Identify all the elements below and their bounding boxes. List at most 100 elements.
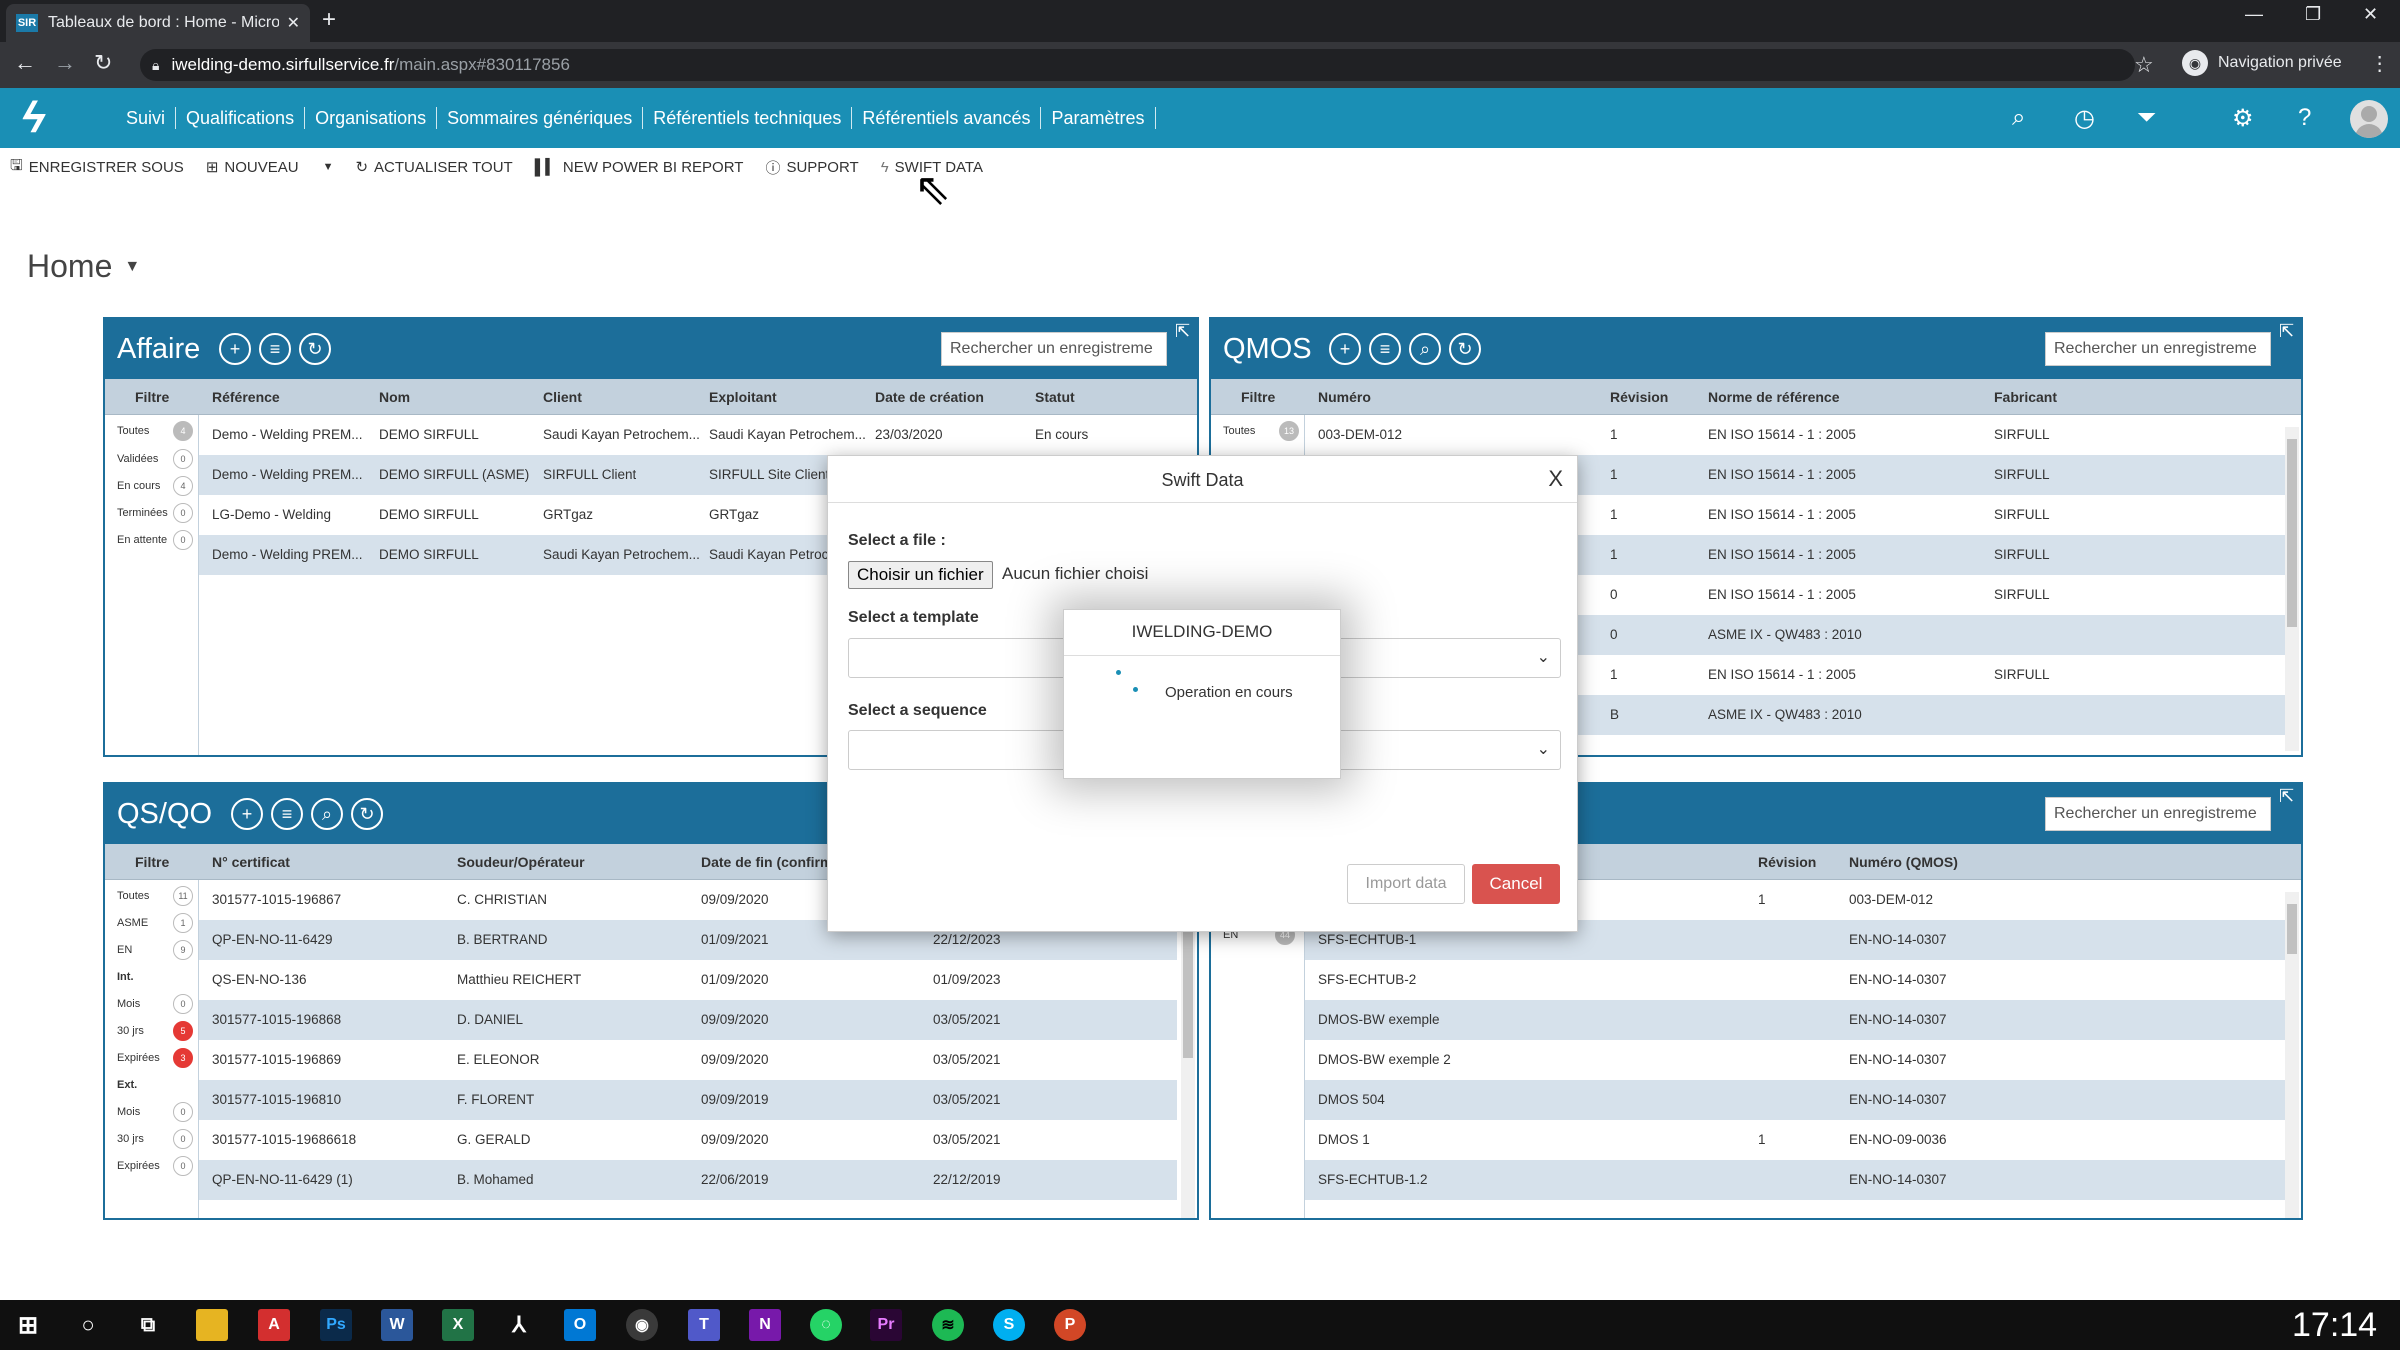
table-row[interactable]: QP-EN-NO-11-6429 (1) B. Mohamed 22/06/2019… [199,1160,1177,1200]
refresh-icon[interactable]: ↻ [299,333,331,365]
table-row[interactable]: DMOS 1 1 EN-NO-09-0036 [1305,1120,2285,1160]
table-row[interactable]: SFS-ECHTUB-2 EN-NO-14-0307 [1305,960,2285,1000]
table-row[interactable]: 301577-1015-19686618 G. GERALD 09/09/2020 0… [199,1120,1177,1160]
new-powerbi-button[interactable]: ▌▍ NEW POWER BI REPORT [535,158,744,177]
chrome-icon[interactable]: ◉ [626,1309,658,1341]
filter-item[interactable]: Terminées [117,507,168,519]
support-button[interactable]: ⓘ SUPPORT [765,157,858,178]
filter-item[interactable]: En cours [117,480,160,492]
table-row[interactable]: 301577-1015-196868 D. DANIEL 09/09/2020 03/… [199,1000,1177,1040]
restore-icon[interactable]: ❐ [2305,4,2321,25]
menu-parametres[interactable]: Paramètres [1041,107,1156,129]
spotify-icon[interactable]: ≋ [932,1309,964,1341]
windows-start-icon[interactable]: ⊞ [12,1309,44,1341]
menu-referentiels-techniques[interactable]: Référentiels techniques [643,107,853,129]
search-icon[interactable]: ⌕ [1409,333,1441,365]
table-row[interactable]: SFS-ECHTUB-1.2 EN-NO-14-0307 [1305,1160,2285,1200]
app-logo-icon[interactable]: ϟ [22,95,68,141]
filter-item[interactable]: Toutes [117,425,149,437]
bookmark-star-icon[interactable]: ☆ [2134,52,2154,78]
word-icon[interactable]: W [381,1309,413,1341]
browser-tab[interactable]: SIR Tableaux de bord : Home - Micro ✕ [6,4,310,42]
scrollbar[interactable] [2285,892,2299,1218]
powerpoint-icon[interactable]: P [1054,1309,1086,1341]
table-row[interactable]: 301577-1015-196810 F. FLORENT 09/09/2019 03… [199,1080,1177,1120]
filter-item[interactable]: 30 jrs [117,1025,144,1037]
close-icon[interactable]: X [1548,466,1563,492]
filter-item[interactable]: Toutes [117,890,149,902]
filter-item[interactable]: Expirées [117,1160,160,1172]
onenote-icon[interactable]: N [749,1309,781,1341]
add-icon[interactable]: + [219,333,251,365]
help-icon[interactable]: ? [2298,104,2311,132]
menu-organisations[interactable]: Organisations [305,107,438,129]
search-input[interactable]: Rechercher un enregistreme [2045,332,2271,366]
search-icon[interactable]: ⌕ [311,798,343,830]
menu-suivi[interactable]: Suivi [116,107,177,129]
menu-referentiels-avances[interactable]: Référentiels avancés [852,107,1042,129]
list-icon[interactable]: ≡ [259,333,291,365]
reload-icon[interactable]: ↻ [94,50,112,76]
table-row[interactable]: 301577-1015-196869 E. ELEONOR 09/09/2020 03… [199,1040,1177,1080]
outlook-icon[interactable]: O [564,1309,596,1341]
acrobat-icon[interactable]: A [258,1309,290,1341]
filter-item[interactable]: Toutes [1223,425,1255,437]
table-row[interactable]: QS-EN-NO-136 Matthieu REICHERT 01/09/2020 0… [199,960,1177,1000]
filter-item[interactable]: Mois [117,998,140,1010]
gear-icon[interactable]: ⚙ [2232,104,2254,133]
menu-qualifications[interactable]: Qualifications [176,107,306,129]
avatar[interactable] [2350,100,2388,138]
filter-item[interactable]: Expirées [117,1052,160,1064]
expand-icon[interactable]: ⇱ [1175,321,1190,342]
search-icon[interactable]: ○ [72,1309,104,1341]
browser-menu-icon[interactable]: ⋮ [2370,51,2390,76]
filter-item[interactable]: 30 jrs [117,1133,144,1145]
premiere-icon[interactable]: Pr [870,1309,902,1341]
cancel-button[interactable]: Cancel [1472,864,1560,904]
choose-file-button[interactable]: Choisir un fichier [848,561,993,589]
search-input[interactable]: Rechercher un enregistreme [941,332,1167,366]
page-title[interactable]: Home ▼ [27,248,140,285]
filter-item[interactable]: ASME [117,917,148,929]
history-icon[interactable]: ◷ [2074,104,2095,133]
search-input[interactable]: Rechercher un enregistreme [2045,797,2271,831]
url-field[interactable]: 🔒︎ iwelding-demo.sirfullservice.fr /main… [140,49,2135,81]
skype-icon[interactable]: S [993,1309,1025,1341]
filter-item[interactable]: En attente [117,534,167,546]
table-row[interactable]: Demo - Welding PREM... DEMO SIRFULL Saudi … [199,415,1197,455]
list-icon[interactable]: ≡ [1369,333,1401,365]
table-row[interactable]: DMOS-BW exemple 2 EN-NO-14-0307 [1305,1040,2285,1080]
list-icon[interactable]: ≡ [271,798,303,830]
reader-icon[interactable]: ⅄ [503,1309,535,1341]
refresh-icon[interactable]: ↻ [1449,333,1481,365]
import-data-button[interactable]: Import data [1347,864,1465,904]
whatsapp-icon[interactable]: ◌ [810,1309,842,1341]
filter-item[interactable]: Mois [117,1106,140,1118]
refresh-icon[interactable]: ↻ [351,798,383,830]
filter-item[interactable]: Validées [117,453,158,465]
table-row[interactable]: DMOS-BW exemple EN-NO-14-0307 [1305,1000,2285,1040]
save-as-button[interactable]: 🖫︎ ENREGISTRER SOUS [10,155,184,180]
new-tab-icon[interactable]: + [322,6,336,34]
filter-icon[interactable]: ⏷ [2137,104,2156,132]
task-view-icon[interactable]: ⧉ [132,1309,164,1341]
forward-icon[interactable]: → [54,50,76,76]
close-window-icon[interactable]: ✕ [2363,4,2378,25]
add-icon[interactable]: + [231,798,263,830]
photoshop-icon[interactable]: Ps [320,1309,352,1341]
scrollbar[interactable] [2285,427,2299,751]
new-button[interactable]: ⊞ NOUVEAU ▼ [206,158,334,177]
table-row[interactable]: 003-DEM-012 1 EN ISO 15614 - 1 : 2005 SIRFU… [1305,415,2285,455]
refresh-all-button[interactable]: ↻ ACTUALISER TOUT [355,158,512,177]
private-mode-indicator[interactable]: ◉ Navigation privée ⋮ [2182,50,2390,76]
search-icon[interactable]: ⌕ [2012,104,2025,132]
table-row[interactable]: DMOS 504 EN-NO-14-0307 [1305,1080,2285,1120]
excel-icon[interactable]: X [442,1309,474,1341]
expand-icon[interactable]: ⇱ [2279,786,2294,807]
filter-item[interactable]: EN [117,944,132,956]
menu-sommaires[interactable]: Sommaires génériques [437,107,644,129]
minimize-icon[interactable]: — [2245,4,2263,25]
close-tab-icon[interactable]: ✕ [287,13,300,33]
add-icon[interactable]: + [1329,333,1361,365]
back-icon[interactable]: ← [14,50,36,76]
